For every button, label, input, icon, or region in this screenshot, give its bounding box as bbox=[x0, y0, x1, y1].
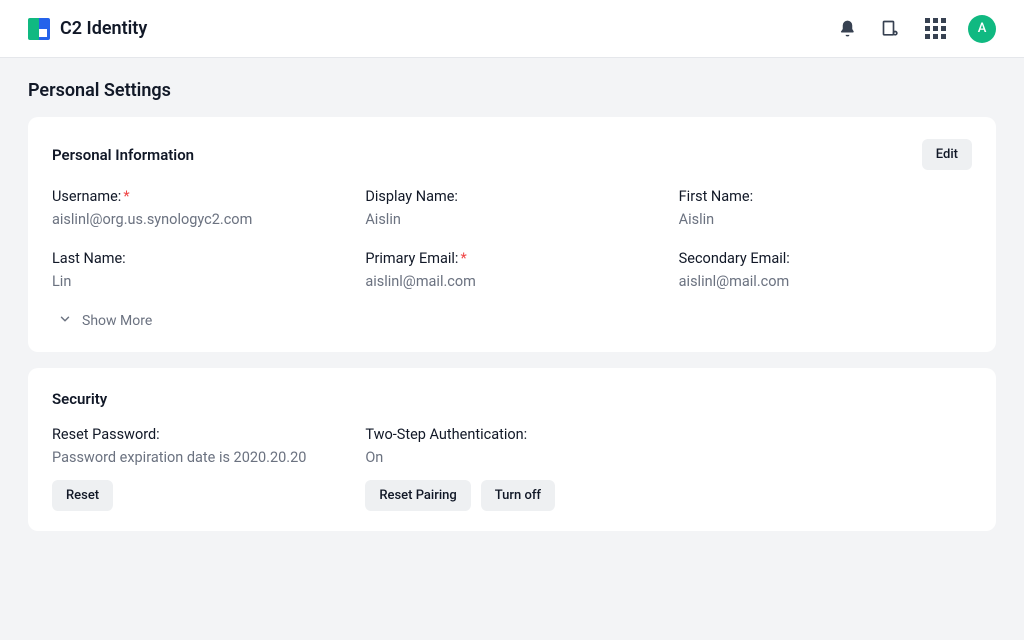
field-secondary-email: Secondary Email: aislinl@mail.com bbox=[679, 250, 972, 290]
primary-email-value: aislinl@mail.com bbox=[365, 273, 658, 290]
first-name-label: First Name: bbox=[679, 188, 972, 205]
chevron-down-icon bbox=[58, 312, 72, 330]
two-step-value: On bbox=[365, 449, 658, 466]
username-value: aislinl@org.us.synologyc2.com bbox=[52, 211, 345, 228]
last-name-value: Lin bbox=[52, 273, 345, 290]
security-card: Security Reset Password: Password expira… bbox=[28, 368, 996, 531]
secondary-email-label: Secondary Email: bbox=[679, 250, 972, 267]
security-title: Security bbox=[52, 390, 107, 408]
primary-email-label: Primary Email:* bbox=[365, 250, 658, 267]
username-label: Username:* bbox=[52, 188, 345, 205]
two-step-section: Two-Step Authentication: On Reset Pairin… bbox=[365, 426, 658, 511]
field-display-name: Display Name: Aislin bbox=[365, 188, 658, 228]
app-logo-icon bbox=[28, 18, 50, 40]
notifications-icon[interactable] bbox=[836, 18, 858, 40]
security-header: Security bbox=[52, 390, 972, 408]
display-name-label: Display Name: bbox=[365, 188, 658, 205]
secondary-email-value: aislinl@mail.com bbox=[679, 273, 972, 290]
two-step-label: Two-Step Authentication: bbox=[365, 426, 658, 443]
security-fields: Reset Password: Password expiration date… bbox=[52, 426, 972, 511]
reset-pairing-button[interactable]: Reset Pairing bbox=[365, 480, 470, 511]
personal-info-title: Personal Information bbox=[52, 146, 194, 164]
page-body: Personal Settings Personal Information E… bbox=[0, 58, 1024, 569]
last-name-label: Last Name: bbox=[52, 250, 345, 267]
personal-info-header: Personal Information Edit bbox=[52, 139, 972, 170]
first-name-value: Aislin bbox=[679, 211, 972, 228]
reset-password-label: Reset Password: bbox=[52, 426, 345, 443]
field-primary-email: Primary Email:* aislinl@mail.com bbox=[365, 250, 658, 290]
field-username: Username:* aislinl@org.us.synologyc2.com bbox=[52, 188, 345, 228]
field-last-name: Last Name: Lin bbox=[52, 250, 345, 290]
device-location-icon[interactable] bbox=[880, 18, 902, 40]
show-more-label: Show More bbox=[82, 313, 152, 329]
reset-password-section: Reset Password: Password expiration date… bbox=[52, 426, 345, 511]
avatar[interactable]: A bbox=[968, 15, 996, 43]
show-more-toggle[interactable]: Show More bbox=[52, 308, 972, 332]
field-first-name: First Name: Aislin bbox=[679, 188, 972, 228]
security-empty-col bbox=[679, 426, 972, 511]
app-title: C2 Identity bbox=[60, 18, 147, 39]
edit-button[interactable]: Edit bbox=[922, 139, 972, 170]
header-right: A bbox=[836, 15, 996, 43]
app-header: C2 Identity A bbox=[0, 0, 1024, 58]
turn-off-button[interactable]: Turn off bbox=[481, 480, 555, 511]
page-title: Personal Settings bbox=[28, 80, 996, 101]
display-name-value: Aislin bbox=[365, 211, 658, 228]
reset-password-button[interactable]: Reset bbox=[52, 480, 113, 511]
personal-info-card: Personal Information Edit Username:* ais… bbox=[28, 117, 996, 352]
reset-password-value: Password expiration date is 2020.20.20 bbox=[52, 449, 345, 466]
header-left: C2 Identity bbox=[28, 18, 147, 40]
personal-info-fields: Username:* aislinl@org.us.synologyc2.com… bbox=[52, 188, 972, 290]
apps-grid-icon[interactable] bbox=[924, 18, 946, 40]
